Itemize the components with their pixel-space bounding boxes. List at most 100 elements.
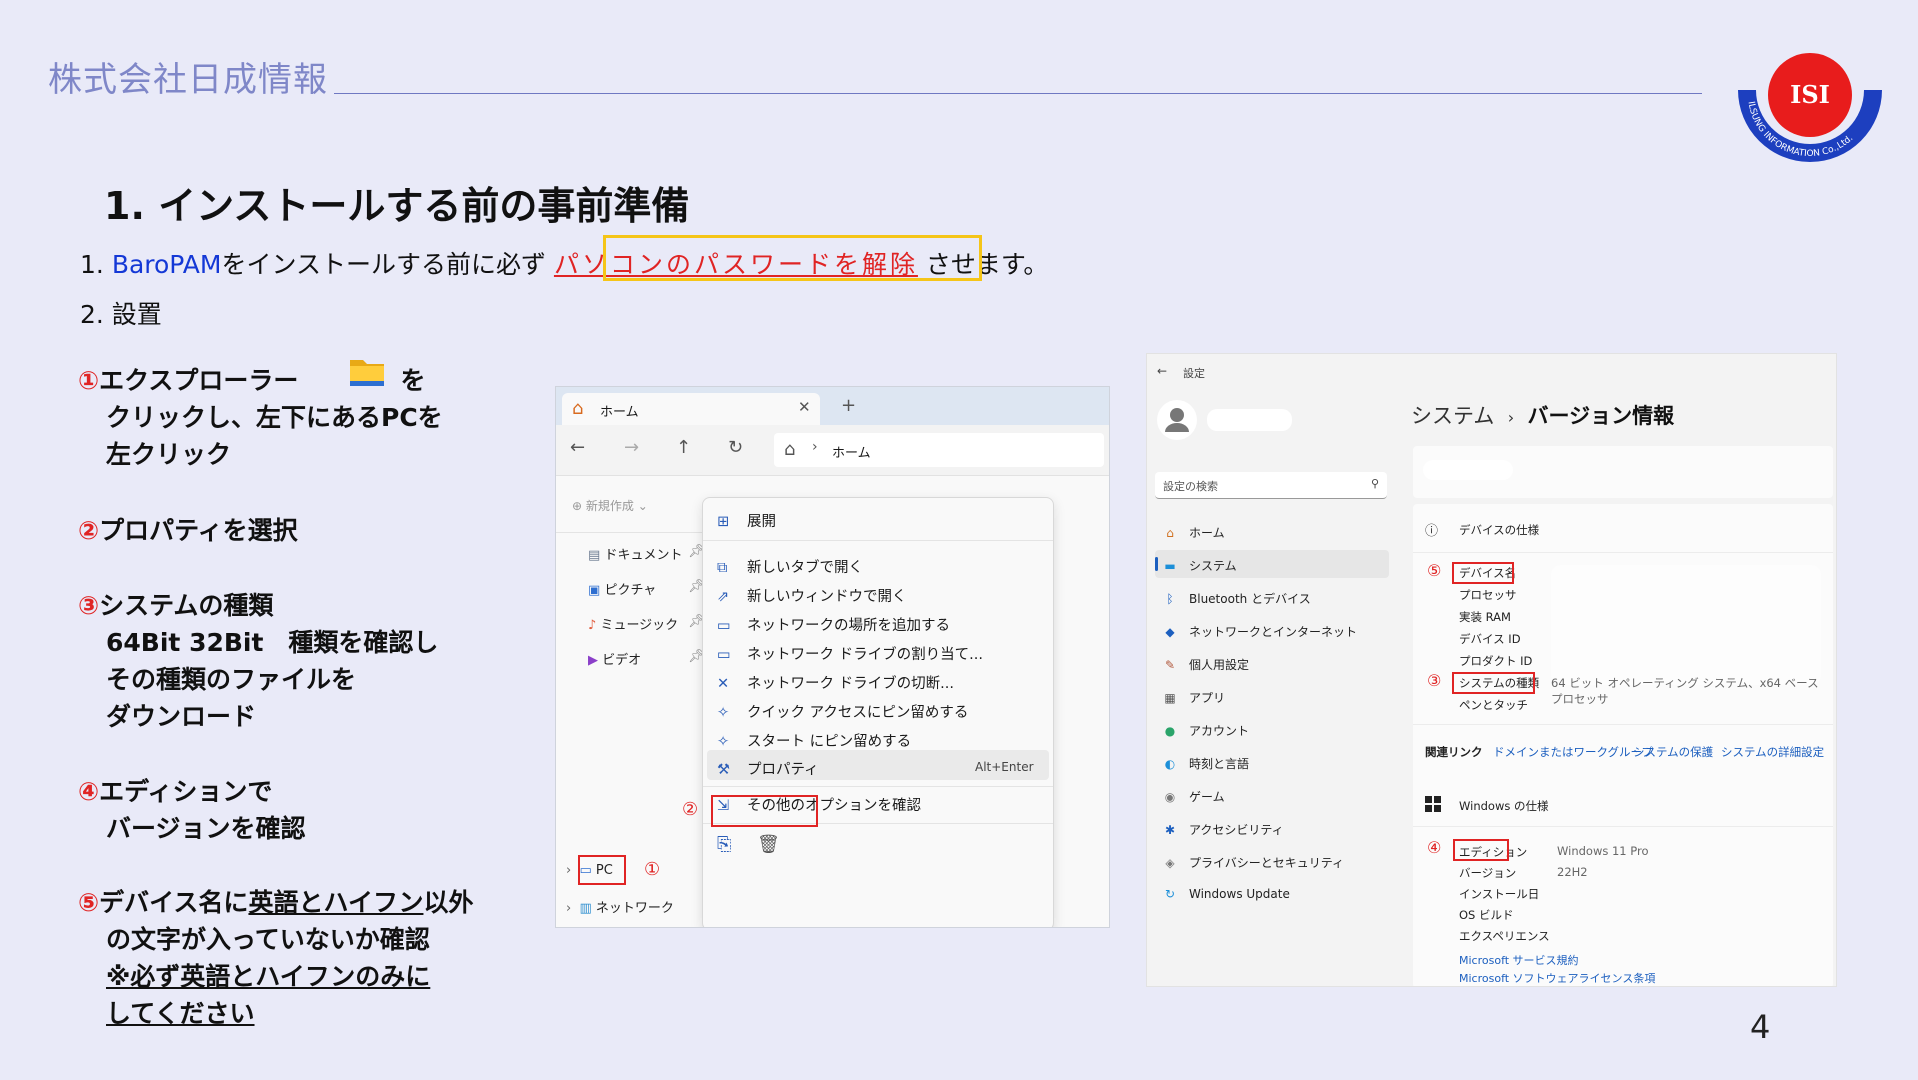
new-tab-icon[interactable]: +: [841, 395, 856, 416]
nav-item-label: アカウント: [1189, 724, 1250, 738]
refresh-icon[interactable]: ↻: [728, 437, 743, 458]
step-3-line1: システムの種類: [99, 591, 274, 620]
pin-icon: ✧: [717, 734, 730, 750]
nav-item-accessibility[interactable]: ✱ アクセシビリティ: [1161, 821, 1284, 838]
trash-icon[interactable]: 🗑︎: [757, 834, 780, 855]
home-icon: ⌂: [1166, 526, 1174, 540]
back-icon[interactable]: ←: [570, 437, 585, 458]
nav-item-label: 個人用設定: [1189, 658, 1250, 672]
breadcrumb-parent[interactable]: システム: [1411, 404, 1494, 428]
nav-item-accounts[interactable]: ● アカウント: [1161, 722, 1249, 739]
link-domain-workgroup[interactable]: ドメインまたはワークグループ: [1493, 744, 1653, 760]
step-1-line1b: を: [400, 366, 426, 395]
menu-item-pin-start[interactable]: ✧ スタート にピン留めする: [717, 730, 911, 751]
brush-icon: ✎: [1164, 658, 1176, 672]
menu-item-map-network-drive[interactable]: ▭ ネットワーク ドライブの割り当て...: [717, 643, 983, 664]
properties-highlight-box: [711, 795, 818, 827]
nav-item-apps[interactable]: ▦ アプリ: [1161, 689, 1225, 706]
spec-value-version: 22H2: [1557, 865, 1588, 879]
step-2-line1: プロパティを選択: [99, 516, 298, 545]
breadcrumb: システム › バージョン情報: [1411, 400, 1674, 430]
up-icon[interactable]: ↑: [676, 437, 691, 458]
explorer-tab-label: ホーム: [600, 405, 639, 420]
step-5-line1c: 以外: [423, 888, 474, 917]
apps-icon: ▦: [1164, 691, 1176, 705]
sidebar-item-label: ミュージック: [600, 618, 679, 633]
nav-item-home[interactable]: ⌂ ホーム: [1161, 524, 1224, 541]
context-menu: ⊞ 展開 ⧉ 新しいタブで開く ⇗ 新しいウィンドウで開く ▭ ネットワークの場所を追加…: [702, 497, 1054, 927]
nav-item-windows-update[interactable]: ↻ Windows Update: [1161, 887, 1290, 901]
menu-item-pin-quick-access[interactable]: ✧ クイック アクセスにピン留めする: [717, 701, 968, 722]
chevron-right-icon: ›: [812, 439, 818, 455]
pin-icon: ✧: [717, 705, 730, 721]
search-placeholder: 設定の検索: [1163, 480, 1218, 493]
company-logo: ISI ILSUNG INFORMATION Co.,Ltd.: [1738, 53, 1882, 162]
new-tab-icon: ⧉: [717, 560, 728, 576]
settings-app-title: 設定: [1183, 367, 1205, 380]
explorer-screenshot: ⌂ ホーム ✕ + ← → ↑ ↻ ⌂ › ホーム ⊕ 新規作成 ⌄ ▤ ドキュ…: [555, 386, 1110, 928]
menu-item-add-network-location[interactable]: ▭ ネットワークの場所を追加する: [717, 614, 950, 635]
map-drive-icon: ▭: [717, 647, 731, 663]
intro-middle: をインストールする前に必ず: [221, 250, 546, 279]
menu-item-properties[interactable]: ⚒ プロパティ: [717, 758, 819, 779]
settings-screenshot: ← 設定 設定の検索 ⚲ ⌂ ホーム ▬ システム ᛒ Bluetooth とデバイス…: [1146, 353, 1837, 987]
menu-item-open-new-tab[interactable]: ⧉ 新しいタブで開く: [717, 556, 863, 577]
page-title: 1. インストールする前の事前準備: [104, 184, 690, 228]
link-license-terms[interactable]: Microsoft ソフトウェアライセンス条項: [1459, 970, 1655, 986]
chevron-right-icon: ›: [566, 863, 572, 878]
breadcrumb-current: バージョン情報: [1527, 404, 1675, 428]
explorer-address-field[interactable]: ⌂ › ホーム: [774, 433, 1104, 467]
new-button[interactable]: ⊕ 新規作成 ⌄: [572, 497, 648, 514]
back-icon[interactable]: ←: [1157, 364, 1167, 378]
menu-item-label: プロパティ: [747, 762, 819, 778]
close-icon[interactable]: ✕: [798, 398, 811, 416]
menu-item-open-new-window[interactable]: ⇗ 新しいウィンドウで開く: [717, 585, 907, 606]
explorer-tab[interactable]: ⌂ ホーム ✕: [562, 393, 820, 425]
menu-item-expand[interactable]: ⊞ 展開: [717, 510, 776, 531]
spec-value-system-type: 64 ビット オペレーティング システム、x64 ベース プロセッサ: [1551, 676, 1819, 706]
forward-icon[interactable]: →: [624, 437, 639, 458]
system-type-highlight-box: [1452, 672, 1535, 694]
sidebar-item-music[interactable]: ♪ ミュージック 📌︎: [588, 614, 705, 633]
nav-item-network[interactable]: ◆ ネットワークとインターネット: [1161, 623, 1357, 640]
spec-key-version: バージョン: [1459, 866, 1517, 880]
nav-item-privacy[interactable]: ◈ プライバシーとセキュリティ: [1161, 854, 1344, 871]
pc-highlight-box: [578, 855, 626, 885]
nav-item-time-language[interactable]: ◐ 時刻と言語: [1161, 755, 1249, 772]
shield-icon: ◈: [1165, 856, 1175, 870]
bluetooth-icon: ᛒ: [1166, 592, 1174, 606]
highlight-box: [603, 235, 982, 281]
sidebar-item-pictures[interactable]: ▣ ピクチャ 📌︎: [588, 579, 705, 598]
step-3: ③システムの種類 64Bit 32Bit 種類を確認し その種類のファイルを ダ…: [78, 587, 438, 735]
step-5-line1a: デバイス名に: [99, 888, 249, 917]
link-service-agreement[interactable]: Microsoft サービス規約: [1459, 952, 1579, 968]
accessibility-icon: ✱: [1164, 823, 1176, 837]
device-header-panel: [1413, 446, 1833, 498]
redacted-spec-values: [1551, 565, 1821, 685]
menu-item-disconnect-network-drive[interactable]: ✕ ネットワーク ドライブの切断...: [717, 672, 954, 693]
link-advanced-settings[interactable]: システムの詳細設定: [1721, 744, 1824, 760]
nav-item-personalization[interactable]: ✎ 個人用設定: [1161, 656, 1249, 673]
step-4: ④エディションで バージョンを確認: [78, 773, 306, 847]
nav-item-label: ネットワークとインターネット: [1189, 625, 1358, 639]
home-icon: ⌂: [784, 439, 796, 460]
step-5-line4: してください: [106, 999, 255, 1028]
picture-icon: ▣: [588, 583, 601, 598]
nav-item-gaming[interactable]: ◉ ゲーム: [1161, 788, 1225, 805]
sidebar-item-videos[interactable]: ▶ ビデオ 📌︎: [588, 649, 705, 668]
link-system-protection[interactable]: システムの保護: [1633, 744, 1713, 760]
nav-item-system[interactable]: ▬ システム: [1161, 557, 1236, 574]
translate-icon[interactable]: ⎘: [717, 834, 731, 855]
wrench-icon: ⚒: [717, 762, 730, 778]
device-name-highlight-box: [1452, 562, 1514, 584]
sidebar-item-network[interactable]: › ▥ ネットワーク: [566, 897, 674, 916]
video-icon: ▶: [588, 653, 598, 668]
sidebar-item-documents[interactable]: ▤ ドキュメント 📌︎: [588, 544, 705, 563]
sidebar-item-label: ドキュメント: [604, 548, 683, 563]
page-number: 4: [1750, 1008, 1771, 1046]
nav-item-bluetooth[interactable]: ᛒ Bluetooth とデバイス: [1161, 590, 1310, 607]
spec-key-pen-touch: ペンとタッチ: [1459, 698, 1528, 712]
settings-search-input[interactable]: 設定の検索 ⚲: [1155, 472, 1387, 499]
step-2: ②プロパティを選択: [78, 512, 298, 549]
home-icon: ⌂: [572, 398, 584, 419]
